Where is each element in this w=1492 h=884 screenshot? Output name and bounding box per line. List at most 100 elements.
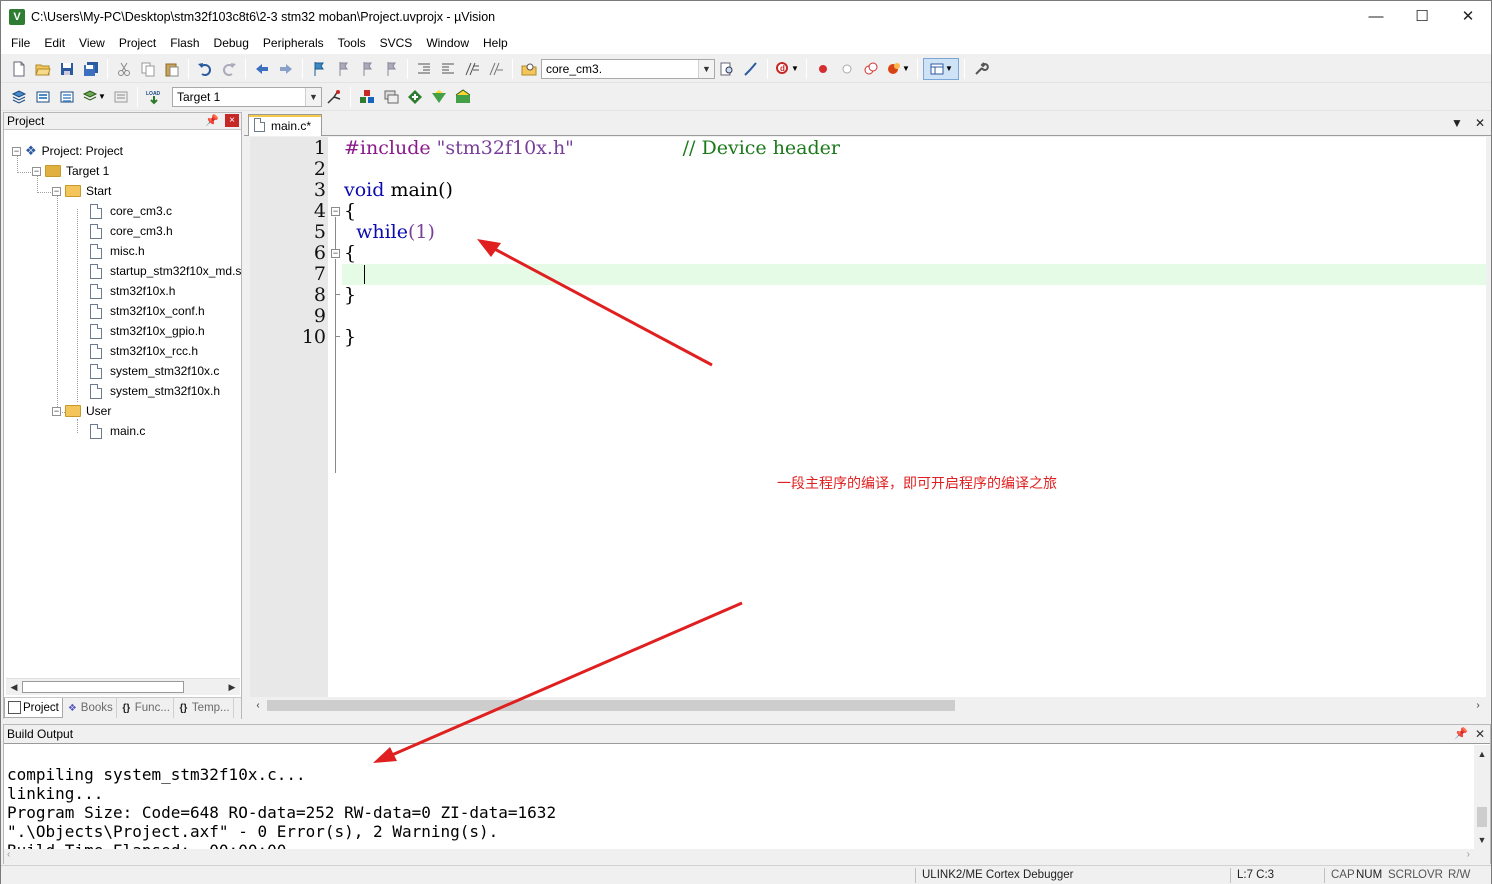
- tree-group-user[interactable]: − User: [52, 401, 111, 421]
- tab-list-chevron-icon[interactable]: ▼: [1451, 116, 1463, 130]
- unindent-icon[interactable]: [437, 58, 459, 80]
- tab-books[interactable]: ❖ Books: [63, 698, 117, 718]
- scroll-thumb[interactable]: [1477, 807, 1487, 827]
- scroll-thumb[interactable]: [267, 700, 955, 711]
- tree-file[interactable]: system_stm32f10x.c: [90, 361, 219, 381]
- fold-collapse-icon[interactable]: −: [331, 207, 340, 216]
- tree-file[interactable]: misc.h: [90, 241, 145, 261]
- comment-icon[interactable]: [461, 58, 483, 80]
- tree-group-start[interactable]: − Start: [52, 181, 111, 201]
- target-combo[interactable]: Target 1 ▼: [172, 86, 322, 107]
- tree-file[interactable]: stm32f10x_gpio.h: [90, 321, 205, 341]
- save-icon[interactable]: [56, 58, 78, 80]
- scroll-right-icon[interactable]: ▶: [225, 681, 239, 694]
- scroll-right-icon[interactable]: ›: [1467, 849, 1470, 860]
- tab-project[interactable]: Project: [4, 698, 63, 718]
- tree-file[interactable]: stm32f10x.h: [90, 281, 175, 301]
- fold-collapse-icon[interactable]: −: [331, 249, 340, 258]
- bookmark-toggle-icon[interactable]: [308, 58, 330, 80]
- paste-icon[interactable]: [161, 58, 183, 80]
- code-editor[interactable]: 1 2 3 4 5 6 7 8 9 10 − − #include "stm32…: [250, 137, 1486, 697]
- menu-help[interactable]: Help: [476, 32, 515, 54]
- find-in-files-icon[interactable]: [518, 58, 540, 80]
- breakpoint-disable-all-icon[interactable]: [860, 58, 882, 80]
- save-all-icon[interactable]: [80, 58, 102, 80]
- menu-edit[interactable]: Edit: [37, 32, 72, 54]
- tree-file[interactable]: core_cm3.h: [90, 221, 173, 241]
- menu-svcs[interactable]: SVCS: [373, 32, 420, 54]
- minimize-button[interactable]: —: [1353, 1, 1399, 32]
- undo-icon[interactable]: [194, 58, 216, 80]
- chevron-down-icon[interactable]: ▼: [305, 87, 321, 106]
- scroll-thumb[interactable]: [22, 681, 184, 693]
- incremental-find-icon[interactable]: [740, 58, 762, 80]
- translate-icon[interactable]: [8, 86, 30, 108]
- scroll-down-icon[interactable]: ▼: [1475, 833, 1489, 847]
- menu-project[interactable]: Project: [112, 32, 163, 54]
- bookmark-next-icon[interactable]: [356, 58, 378, 80]
- tree-file[interactable]: system_stm32f10x.h: [90, 381, 220, 401]
- breakpoint-insert-icon[interactable]: [812, 58, 834, 80]
- menu-tools[interactable]: Tools: [331, 32, 373, 54]
- scroll-left-icon[interactable]: ‹: [7, 849, 10, 860]
- scroll-left-icon[interactable]: ◀: [7, 681, 21, 694]
- menu-flash[interactable]: Flash: [163, 32, 206, 54]
- cut-icon[interactable]: [113, 58, 135, 80]
- collapse-icon[interactable]: −: [32, 166, 41, 176]
- copy-icon[interactable]: [137, 58, 159, 80]
- tree-file[interactable]: stm32f10x_conf.h: [90, 301, 205, 321]
- build-output-hscrollbar[interactable]: ‹ ›: [4, 849, 1490, 864]
- run-time-environment-icon[interactable]: [452, 86, 474, 108]
- build-icon[interactable]: [32, 86, 54, 108]
- new-file-icon[interactable]: [8, 58, 30, 80]
- pin-icon[interactable]: 📌: [205, 114, 219, 127]
- bookmark-prev-icon[interactable]: [332, 58, 354, 80]
- uncomment-icon[interactable]: [485, 58, 507, 80]
- tab-functions[interactable]: {} Func...: [117, 698, 174, 718]
- close-button[interactable]: ✕: [1445, 1, 1491, 32]
- scroll-right-icon[interactable]: ›: [1471, 699, 1485, 712]
- stop-build-icon[interactable]: [110, 86, 132, 108]
- collapse-icon[interactable]: −: [52, 406, 61, 416]
- pack-installer-icon[interactable]: [404, 86, 426, 108]
- breakpoint-disable-icon[interactable]: [836, 58, 858, 80]
- project-hscrollbar[interactable]: ◀ ▶: [6, 678, 240, 695]
- breakpoint-kill-all-icon[interactable]: ▼: [884, 58, 912, 80]
- select-pack-icon[interactable]: [380, 86, 402, 108]
- tree-target[interactable]: − Target 1: [32, 161, 109, 181]
- close-icon[interactable]: ×: [225, 114, 239, 127]
- find-icon[interactable]: [716, 58, 738, 80]
- menu-debug[interactable]: Debug: [207, 32, 256, 54]
- target-options-icon[interactable]: [323, 86, 345, 108]
- editor-hscrollbar[interactable]: ‹ ›: [250, 697, 1486, 714]
- download-load-icon[interactable]: LOAD: [143, 86, 165, 108]
- manage-rte-icon[interactable]: [428, 86, 450, 108]
- tree-file[interactable]: startup_stm32f10x_md.s: [90, 261, 241, 281]
- collapse-icon[interactable]: −: [12, 146, 21, 156]
- build-output-text[interactable]: compiling system_stm32f10x.c... linking..…: [7, 746, 556, 860]
- menu-view[interactable]: View: [72, 32, 112, 54]
- menu-peripherals[interactable]: Peripherals: [256, 32, 331, 54]
- tab-templates[interactable]: {} Temp...: [174, 698, 234, 718]
- collapse-icon[interactable]: −: [52, 186, 61, 196]
- chevron-down-icon[interactable]: ▼: [698, 59, 714, 78]
- batch-build-icon[interactable]: ▼: [80, 86, 108, 108]
- tree-file[interactable]: stm32f10x_rcc.h: [90, 341, 198, 361]
- rebuild-icon[interactable]: [56, 86, 78, 108]
- tree-file[interactable]: main.c: [90, 421, 145, 441]
- open-file-icon[interactable]: [32, 58, 54, 80]
- scroll-up-icon[interactable]: ▲: [1475, 747, 1489, 761]
- nav-forward-icon[interactable]: [275, 58, 297, 80]
- bookmark-clear-icon[interactable]: [380, 58, 402, 80]
- manage-components-icon[interactable]: [356, 86, 378, 108]
- menu-window[interactable]: Window: [419, 32, 476, 54]
- redo-icon[interactable]: [218, 58, 240, 80]
- pin-icon[interactable]: 📌: [1454, 727, 1468, 740]
- tree-root-project[interactable]: − ❖ Project: Project: [12, 141, 123, 161]
- maximize-button[interactable]: ☐: [1399, 1, 1445, 32]
- indent-icon[interactable]: [413, 58, 435, 80]
- close-tab-icon[interactable]: ✕: [1475, 116, 1485, 130]
- menu-file[interactable]: File: [4, 32, 37, 54]
- tab-main-c[interactable]: main.c*: [248, 114, 323, 136]
- window-layout-icon[interactable]: ▼: [923, 57, 959, 80]
